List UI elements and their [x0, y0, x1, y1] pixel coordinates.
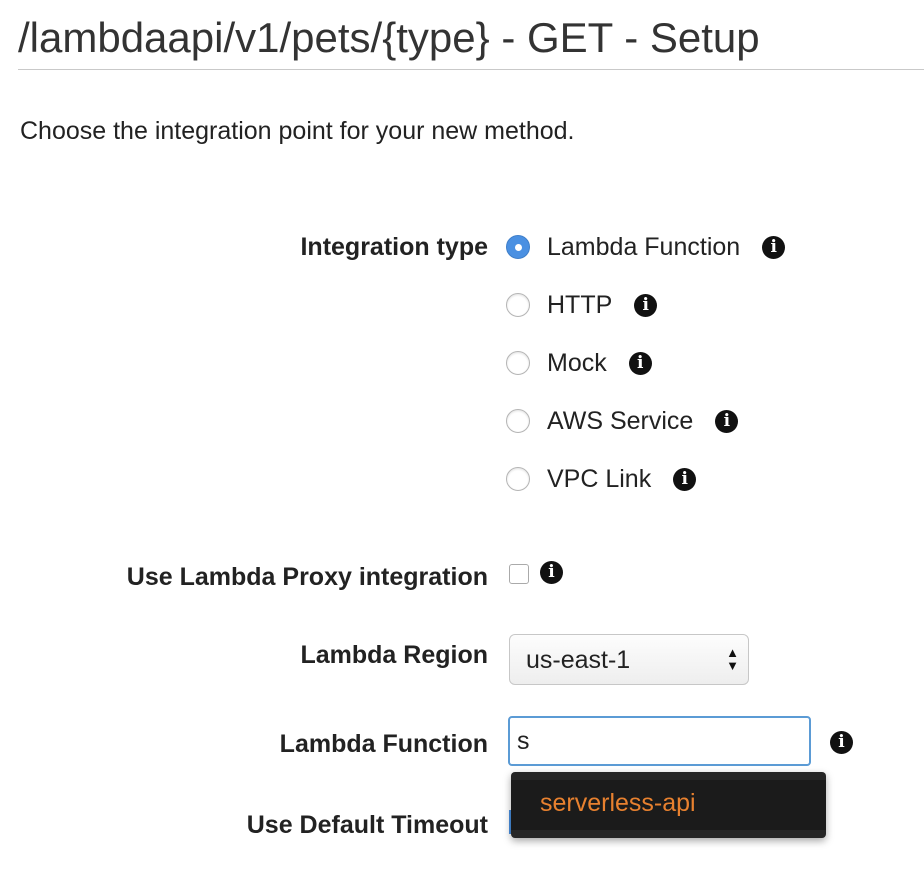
- suggestion-item[interactable]: serverless-api: [511, 780, 826, 830]
- intro-text: Choose the integration point for your ne…: [20, 117, 575, 145]
- page-title: /lambdaapi/v1/pets/{type} - GET - Setup: [18, 14, 760, 61]
- suggestion-label: serverless-api: [540, 789, 696, 817]
- radio-label-vpc-link: VPC Link: [547, 464, 652, 493]
- info-icon[interactable]: i: [715, 409, 739, 433]
- info-icon[interactable]: i: [673, 467, 697, 491]
- radio-label-lambda-function: Lambda Function: [547, 232, 741, 261]
- lambda-region-label: Lambda Region: [300, 641, 488, 669]
- radio-option-lambda-function[interactable]: Lambda Function i: [506, 231, 786, 263]
- default-timeout-label: Use Default Timeout: [246, 811, 488, 839]
- info-icon[interactable]: i: [830, 731, 853, 754]
- radio-button-vpc-link[interactable]: [506, 467, 530, 491]
- radio-button-lambda-function[interactable]: [506, 235, 530, 259]
- info-icon[interactable]: i: [762, 235, 786, 259]
- proxy-integration-label: Use Lambda Proxy integration: [126, 563, 488, 591]
- radio-label-http: HTTP: [547, 290, 613, 319]
- radio-label-aws-service: AWS Service: [547, 406, 694, 435]
- integration-type-label: Integration type: [300, 233, 488, 261]
- radio-option-aws-service[interactable]: AWS Service i: [506, 405, 739, 437]
- lambda-region-select[interactable]: us-east-1 ▲ ▼: [509, 634, 749, 685]
- lambda-function-label: Lambda Function: [279, 730, 488, 758]
- lambda-region-value: us-east-1: [526, 646, 631, 674]
- radio-option-vpc-link[interactable]: VPC Link i: [506, 463, 697, 495]
- title-divider: [18, 69, 924, 70]
- function-suggestions-dropdown: serverless-api: [511, 772, 826, 838]
- radio-label-mock: Mock: [547, 348, 607, 377]
- lambda-function-input[interactable]: [508, 716, 811, 766]
- info-icon[interactable]: i: [634, 293, 658, 317]
- radio-button-aws-service[interactable]: [506, 409, 530, 433]
- info-icon[interactable]: i: [540, 561, 563, 584]
- radio-option-http[interactable]: HTTP i: [506, 289, 658, 321]
- radio-button-http[interactable]: [506, 293, 530, 317]
- radio-option-mock[interactable]: Mock i: [506, 347, 652, 379]
- up-down-arrows-icon: ▲ ▼: [726, 645, 739, 673]
- info-icon[interactable]: i: [628, 351, 652, 375]
- proxy-integration-checkbox[interactable]: [509, 564, 529, 584]
- radio-button-mock[interactable]: [506, 351, 530, 375]
